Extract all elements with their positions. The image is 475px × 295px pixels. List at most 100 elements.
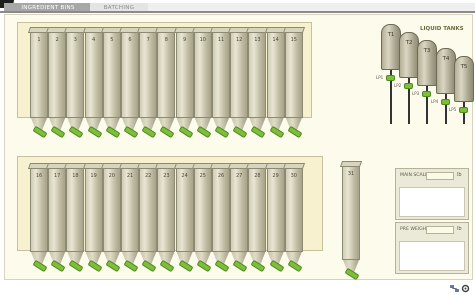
bin-cap [282, 27, 305, 33]
bin-body [342, 166, 360, 260]
bin-number: 10 [199, 37, 206, 43]
tab-strip-line [0, 11, 475, 13]
bottom-bar [0, 286, 475, 295]
bin-body [121, 168, 139, 252]
bin-number: 28 [254, 173, 261, 179]
bin-number: 26 [217, 173, 225, 179]
bin-body [66, 168, 85, 252]
bin-number: 5 [110, 37, 114, 43]
bin-number: 30 [290, 173, 297, 179]
bin-body [30, 32, 48, 118]
bin-number: 23 [163, 173, 170, 179]
liquid-tanks-label: LIQUID TANKS [420, 26, 464, 32]
settings-icon[interactable] [461, 284, 470, 293]
bin-body [230, 32, 249, 118]
bin-body [84, 168, 103, 252]
bin-cap [339, 161, 363, 167]
bin-number: 27 [236, 173, 243, 179]
bin-number: 16 [35, 173, 43, 179]
bin-number: 17 [54, 173, 61, 179]
tank-number: T1 [387, 32, 395, 38]
bin-number: 29 [272, 173, 279, 179]
bin-body [102, 32, 121, 118]
scale-display [399, 241, 465, 271]
tank-body [417, 40, 437, 86]
scale-unit: lb [457, 172, 462, 178]
scale-title: PRE WEIGH [400, 227, 427, 232]
bin-body [175, 168, 194, 252]
bin-body [139, 168, 158, 252]
scale-unit: lb [457, 226, 462, 232]
bin-body [284, 32, 303, 118]
bin-body [30, 168, 48, 252]
bin-body [157, 168, 176, 252]
bin-body [102, 168, 121, 252]
bin-body [266, 32, 285, 118]
bin-body [48, 32, 67, 118]
scale-display [399, 187, 465, 217]
scale-value-field [426, 226, 454, 234]
pre-weigh-scale-panel: PRE WEIGH lb [395, 222, 469, 274]
bin-number: 1 [37, 37, 41, 43]
tank-body [436, 48, 456, 94]
bin-body [193, 168, 212, 252]
bin-number: 7 [146, 37, 150, 43]
tank-number: T5 [460, 64, 468, 70]
tank-valve[interactable] [441, 99, 450, 105]
bin-body [48, 168, 67, 252]
bin-number: 12 [236, 37, 243, 43]
bin-number: 6 [128, 37, 132, 43]
pump-label: LP2 [394, 83, 402, 88]
tank-valve[interactable] [459, 107, 468, 113]
bin-body [121, 32, 139, 118]
bin-number: 13 [254, 37, 261, 43]
bin-number: 4 [92, 37, 96, 43]
bin-number: 3 [73, 37, 77, 43]
tank-pipe [463, 102, 465, 124]
tank-valve[interactable] [422, 91, 431, 97]
bin-body [157, 32, 176, 118]
bin-number: 18 [72, 173, 79, 179]
tank-valve[interactable] [386, 75, 395, 81]
bin-number: 21 [126, 173, 134, 179]
bin-body [84, 32, 103, 118]
bin-body [284, 168, 303, 252]
bin-number: 2 [55, 37, 59, 43]
scale-title: MAIN SCALE [400, 173, 429, 178]
bin-body [193, 32, 212, 118]
bin-body [248, 168, 267, 252]
bin-body [139, 32, 158, 118]
main-scale-panel: MAIN SCALE lb [395, 168, 469, 220]
tank-body [381, 24, 401, 70]
tank-number: T4 [442, 56, 450, 62]
bin-number: 15 [290, 37, 297, 43]
tank-number: T3 [423, 48, 431, 54]
bin-number: 25 [199, 173, 206, 179]
bin-number: 31 [347, 171, 355, 177]
bin-number: 11 [217, 37, 225, 43]
pump-label: LP1 [376, 75, 384, 80]
network-icon[interactable] [450, 284, 459, 293]
pump-label: LP3 [412, 91, 420, 96]
tank-number: T2 [405, 40, 413, 46]
tank-body [399, 32, 419, 78]
bin-number: 20 [108, 173, 115, 179]
bin-number: 19 [90, 173, 97, 179]
bin-number: 9 [183, 37, 187, 43]
bin-body [66, 32, 85, 118]
bin-body [212, 168, 230, 252]
bin-body [248, 32, 267, 118]
bin-number: 8 [164, 37, 168, 43]
scale-value-field [426, 172, 454, 180]
tab-bar: INGREDIENT BINS BATCHING [0, 0, 475, 13]
tank-body [454, 56, 474, 102]
bin-cap [282, 163, 305, 169]
pump-label: LP5 [449, 107, 457, 112]
bin-body [175, 32, 194, 118]
pump-label: LP4 [431, 99, 439, 104]
tank-valve[interactable] [404, 83, 413, 89]
bin-number: 22 [145, 173, 152, 179]
bin-number: 24 [181, 173, 188, 179]
bin-body [230, 168, 249, 252]
bin-body [212, 32, 230, 118]
